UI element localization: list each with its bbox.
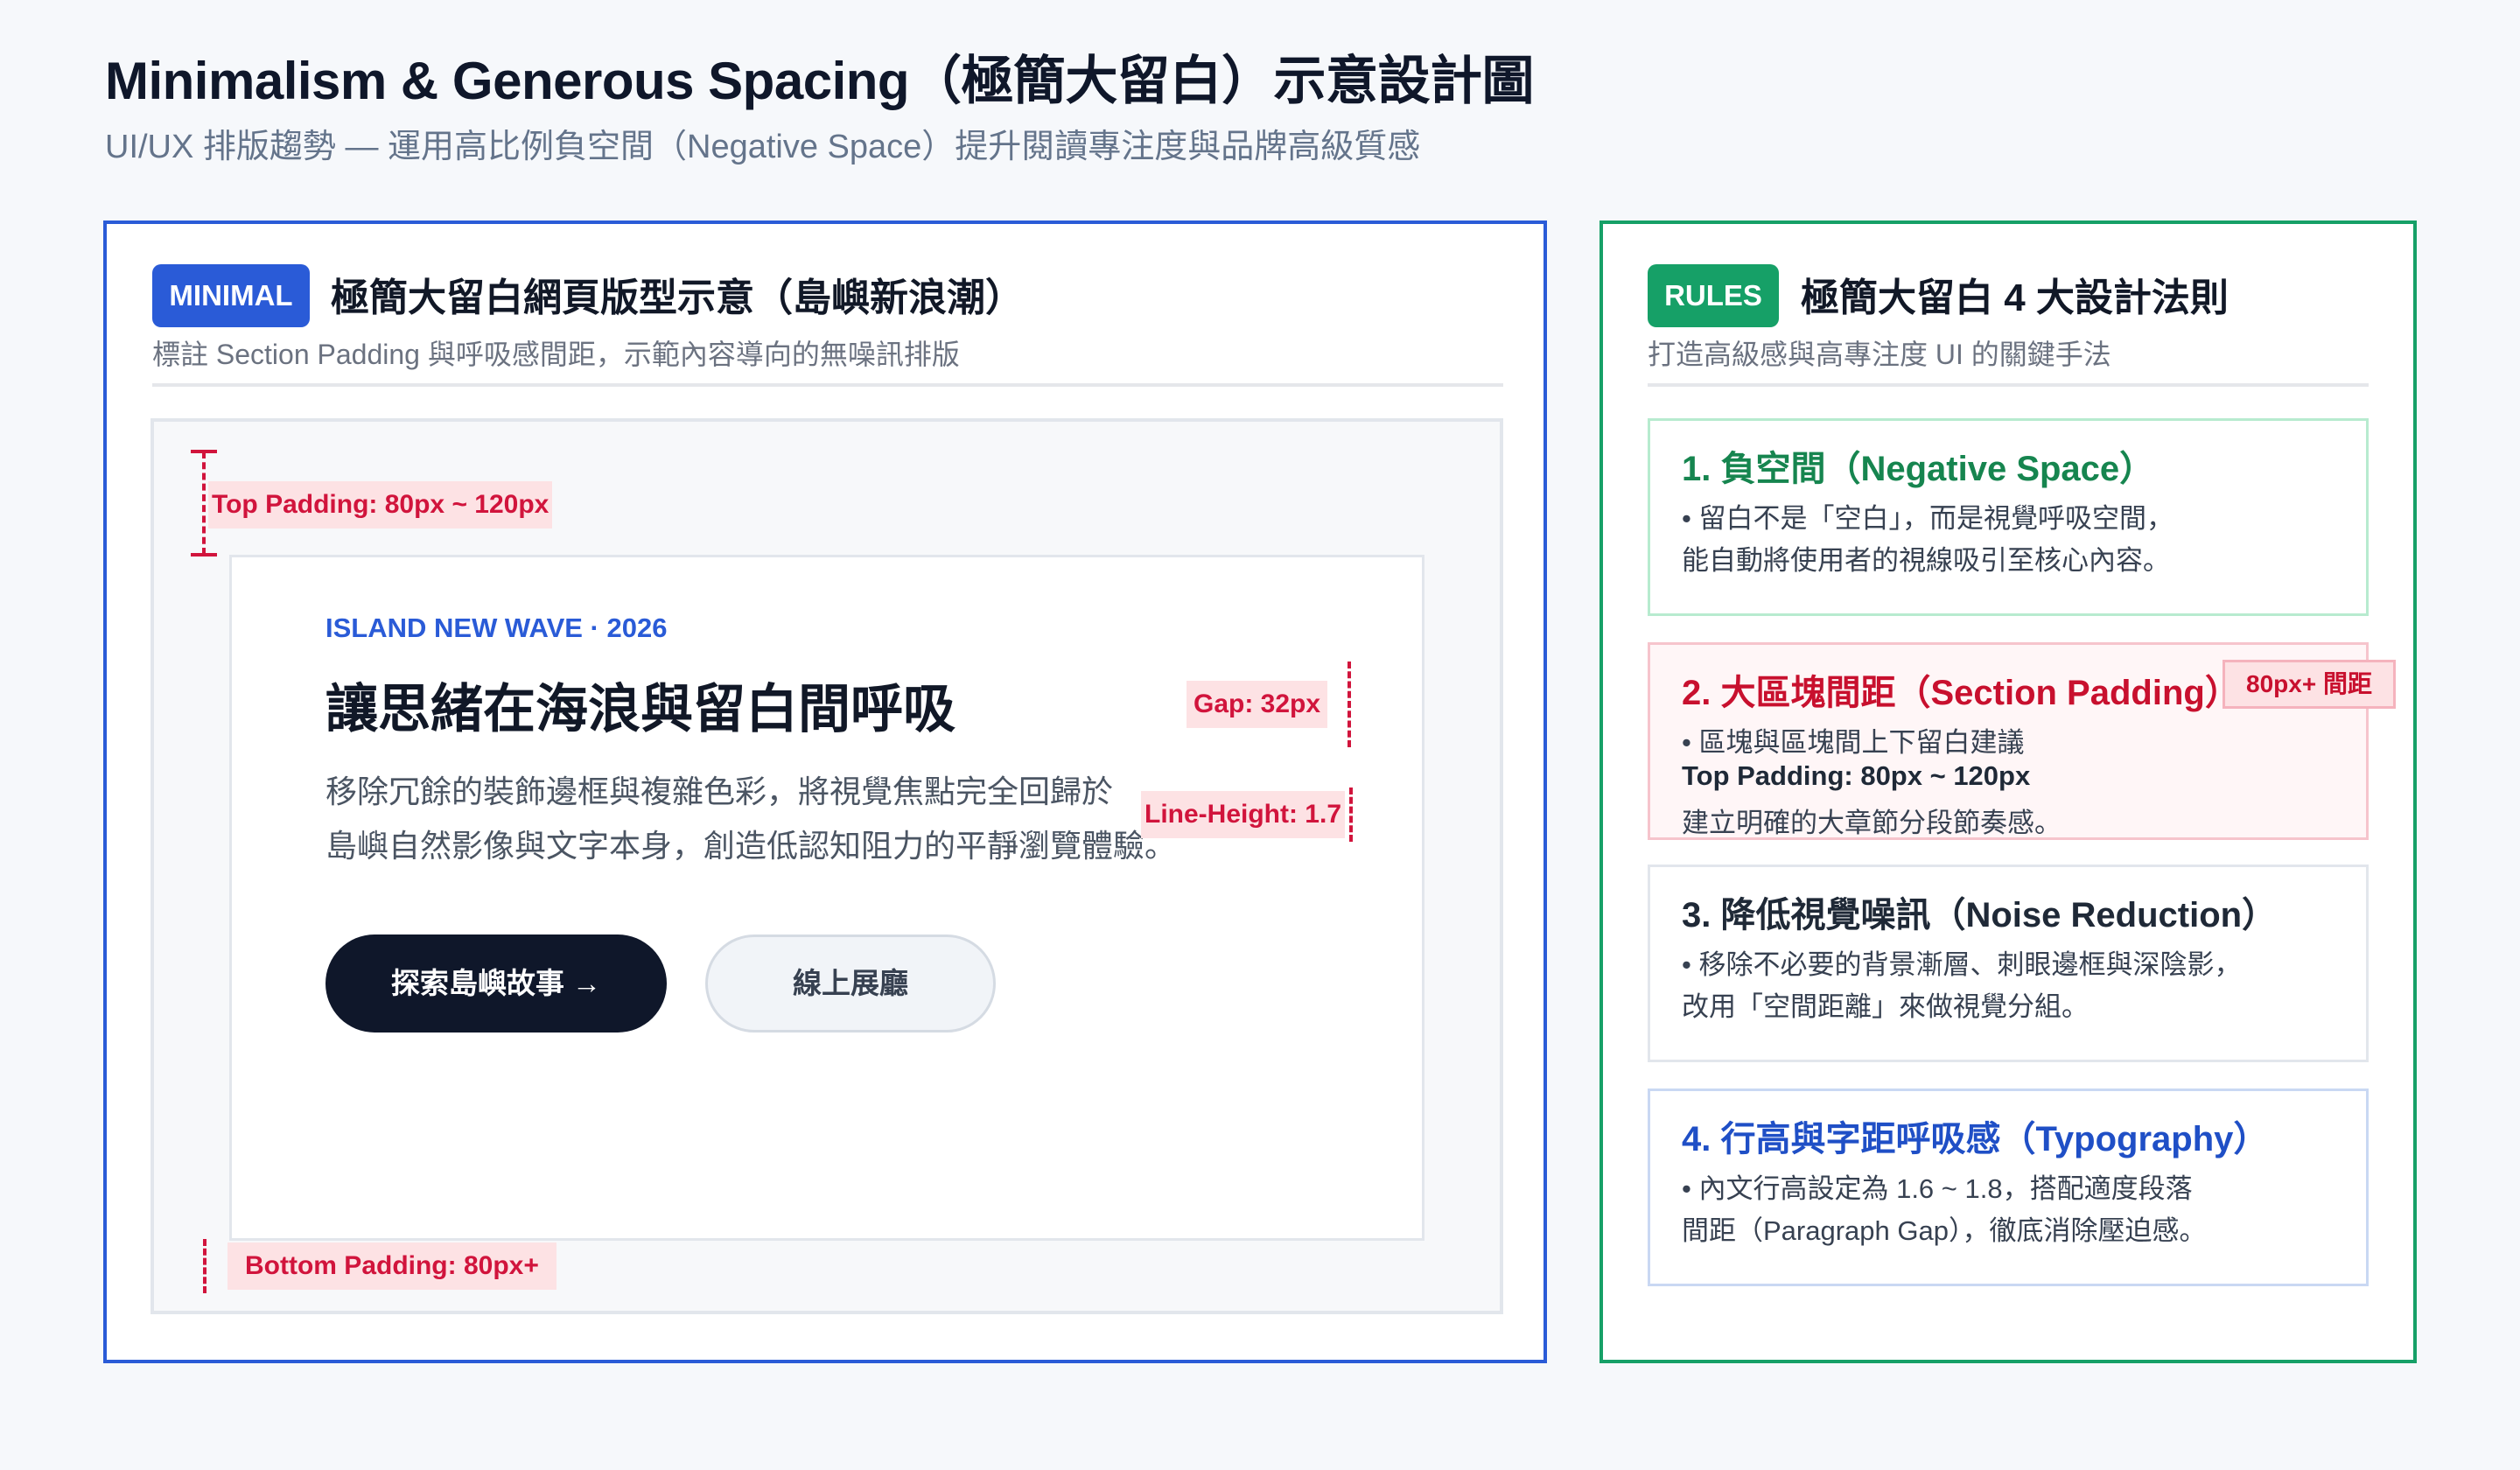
bottom-padding-label: Bottom Padding: 80px+ (228, 1242, 556, 1290)
page-subtitle: UI/UX 排版趨勢 — 運用高比例負空間（Negative Space）提升閱… (105, 129, 1421, 165)
rule-text: • 移除不必要的背景漸層、刺眼邊框與深陰影， (1682, 949, 2242, 980)
online-gallery-button[interactable]: 線上展廳 (705, 934, 996, 1032)
bottom-padding-marker (203, 1239, 206, 1293)
rule-card-negative-space: 1. 負空間（Negative Space） • 留白不是「空白」，而是視覺呼吸… (1648, 418, 2369, 616)
rule-text: 建立明確的大章節分段節奏感。 (1682, 808, 2062, 838)
gap-marker (1348, 662, 1351, 747)
divider (152, 383, 1503, 387)
divider (1648, 383, 2369, 387)
top-padding-cap (191, 553, 217, 556)
page-title: Minimalism & Generous Spacing（極簡大留白）示意設計… (105, 52, 1535, 110)
top-padding-label: Top Padding: 80px ~ 120px (208, 481, 553, 528)
minimal-tag: MINIMAL (152, 264, 310, 327)
rule-text: 間距（Paragraph Gap），徹底消除壓迫感。 (1682, 1215, 2207, 1246)
rule-card-noise-reduction: 3. 降低視覺噪訊（Noise Reduction） • 移除不必要的背景漸層、… (1648, 864, 2369, 1062)
right-panel-heading: 極簡大留白 4 大設計法則 (1801, 276, 2229, 319)
explore-stories-button[interactable]: 探索島嶼故事 → (326, 934, 667, 1032)
rule-title: 2. 大區塊間距（Section Padding） (1682, 674, 2240, 712)
right-panel-subheading: 打造高級感與高專注度 UI 的關鍵手法 (1648, 339, 2111, 370)
rule-title: 3. 降低視覺噪訊（Noise Reduction） (1682, 896, 2278, 934)
left-panel-subheading: 標註 Section Padding 與呼吸感間距，示範內容導向的無噪訊排版 (152, 339, 960, 370)
rule-text: 能自動將使用者的視線吸引至核心內容。 (1682, 545, 2170, 576)
hero-body-line: 移除冗餘的裝飾邊框與複雜色彩，將視覺焦點完全回歸於 (326, 774, 1114, 809)
hero-body-line: 島嶼自然影像與文字本身，創造低認知阻力的平靜瀏覽體驗。 (326, 828, 1177, 864)
spacing-badge: 80px+ 間距 (2222, 660, 2396, 709)
hero-headline: 讓思緒在海浪與留白間呼吸 (326, 680, 956, 738)
rule-text: Top Padding: 80px ~ 120px (1682, 760, 2031, 791)
line-height-label: Line-Height: 1.7 (1141, 791, 1346, 838)
hero-kicker: ISLAND NEW WAVE · 2026 (326, 612, 668, 643)
line-height-marker (1349, 788, 1353, 842)
rule-text: • 內文行高設定為 1.6 ~ 1.8，搭配適度段落 (1682, 1173, 2193, 1204)
rule-text: • 區塊與區塊間上下留白建議 (1682, 727, 2025, 758)
top-padding-marker (202, 452, 206, 555)
rule-text: • 留白不是「空白」，而是視覺呼吸空間， (1682, 503, 2174, 534)
rule-title: 4. 行高與字距呼吸感（Typography） (1682, 1120, 2269, 1158)
rule-title: 1. 負空間（Negative Space） (1682, 450, 2155, 488)
left-panel-heading: 極簡大留白網頁版型示意（島嶼新浪潮） (331, 276, 1024, 319)
rules-tag: RULES (1648, 264, 1779, 327)
gap-label: Gap: 32px (1186, 681, 1328, 728)
rule-card-typography: 4. 行高與字距呼吸感（Typography） • 內文行高設定為 1.6 ~ … (1648, 1088, 2369, 1286)
hero-card (229, 555, 1424, 1241)
rule-text: 改用「空間距離」來做視覺分組。 (1682, 991, 2089, 1022)
